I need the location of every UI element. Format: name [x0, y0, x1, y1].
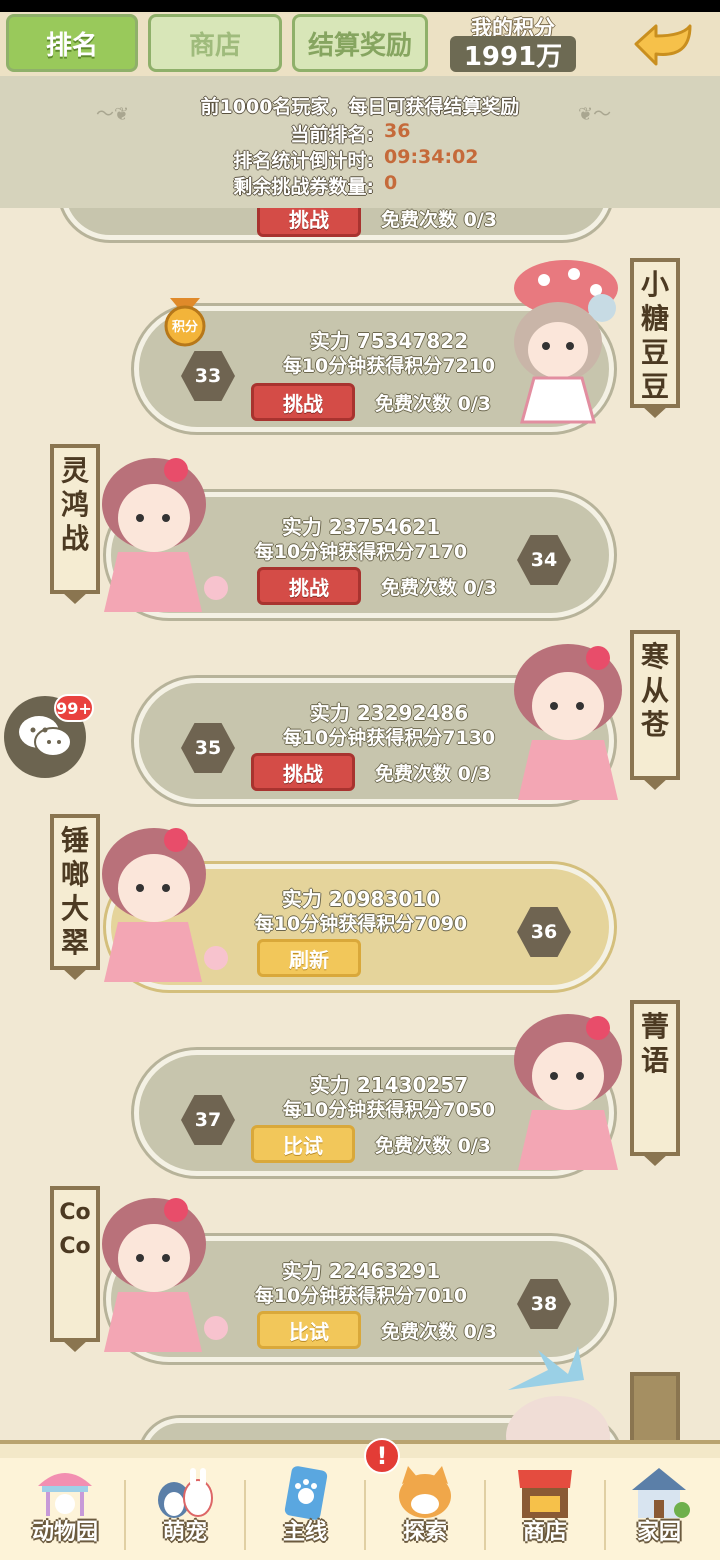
- character-avatar: [102, 828, 228, 982]
- free-attempts: 免费次数 0/3: [381, 1321, 497, 1343]
- player-name-banner: 菁语: [630, 1000, 680, 1156]
- nav-item-explore[interactable]: 探索: [366, 1462, 484, 1558]
- free-attempts: 免费次数 0/3: [375, 763, 491, 785]
- free-attempts: 免费次数 0/3: [375, 393, 491, 415]
- rank-number: 33: [181, 351, 235, 401]
- nav-item-home[interactable]: 家园: [600, 1462, 718, 1558]
- points-rate: 每10分钟获得积分7170: [254, 541, 468, 563]
- status-bar: [0, 0, 720, 12]
- duel-button[interactable]: 比试: [251, 1125, 355, 1163]
- player-name-banner: 小糖豆豆: [630, 258, 680, 408]
- tickets-label: 剩余挑战券数量:: [233, 176, 374, 198]
- challenge-button[interactable]: 挑战: [251, 383, 355, 421]
- countdown-value: 09:34:02: [384, 146, 479, 168]
- player-name-banner: 灵鸿战: [50, 444, 100, 594]
- power-value: 实力 20983010: [281, 887, 441, 911]
- free-attempts: 免费次数 0/3: [381, 209, 497, 231]
- current-rank-label: 当前排名:: [290, 124, 374, 146]
- nav-item-shop[interactable]: 商店: [486, 1462, 604, 1558]
- power-value: 实力 75347822: [309, 329, 469, 353]
- tab-shop[interactable]: 商店: [148, 14, 282, 72]
- challenge-button[interactable]: 挑战: [251, 753, 355, 791]
- top-tab-bar: 排名 商店 结算奖励 我的积分 1991万: [0, 12, 720, 76]
- rank-number: 34: [517, 535, 571, 585]
- reward-headline: 前1000名玩家，每日可获得结算奖励: [200, 96, 520, 118]
- nav-item-pets[interactable]: 萌宠: [126, 1462, 244, 1558]
- free-attempts: 免费次数 0/3: [381, 577, 497, 599]
- character-avatar: [102, 458, 228, 612]
- points-medal-icon: 积分: [162, 296, 208, 348]
- challenge-button[interactable]: 挑战: [257, 567, 361, 605]
- character-avatar: [102, 1198, 228, 1352]
- player-name-banner: 寒从苍: [630, 630, 680, 780]
- ranking-info-panel: ～❦ ❦～ 前1000名玩家，每日可获得结算奖励 当前排名: 36 排名统计倒计…: [0, 76, 720, 208]
- character-avatar: [514, 260, 618, 424]
- tab-ranking[interactable]: 排名: [6, 14, 138, 72]
- tab-settlement-reward[interactable]: 结算奖励: [292, 14, 428, 72]
- refresh-button[interactable]: 刷新: [257, 939, 361, 977]
- back-arrow-icon[interactable]: [632, 22, 696, 72]
- explore-alert-badge: !: [364, 1438, 400, 1474]
- points-rate: 每10分钟获得积分7210: [282, 355, 496, 377]
- duel-button[interactable]: 比试: [257, 1311, 361, 1349]
- my-score: 我的积分 1991万: [450, 12, 576, 74]
- countdown-row: 排名统计倒计时: 09:34:02: [0, 146, 720, 173]
- player-name-banner: Co Co: [50, 1186, 100, 1342]
- chat-unread-badge: 99+: [54, 694, 94, 722]
- power-value: 实力 22463291: [281, 1259, 441, 1283]
- tickets-value: 0: [384, 172, 398, 194]
- rank-number: 38: [517, 1279, 571, 1329]
- current-rank-row: 当前排名: 36: [0, 120, 720, 147]
- nav-item-main-quest[interactable]: 主线: [246, 1462, 364, 1558]
- points-rate: 每10分钟获得积分7010: [254, 1285, 468, 1307]
- rank-number: 36: [517, 907, 571, 957]
- points-medal-label: 积分: [171, 320, 198, 335]
- character-avatar: [514, 644, 622, 800]
- character-avatar: [506, 1346, 610, 1450]
- current-rank-value: 36: [384, 120, 411, 142]
- character-avatar: [514, 1014, 622, 1170]
- nav-item-zoo[interactable]: 动物园: [6, 1462, 124, 1558]
- countdown-label: 排名统计倒计时:: [233, 150, 374, 172]
- power-value: 实力 23754621: [281, 515, 441, 539]
- player-name-banner: 锤啷大翠: [50, 814, 100, 970]
- rank-number: 37: [181, 1095, 235, 1145]
- score-value: 1991万: [450, 36, 576, 72]
- points-rate: 每10分钟获得积分7090: [254, 913, 468, 935]
- free-attempts: 免费次数 0/3: [375, 1135, 491, 1157]
- rank-number: 35: [181, 723, 235, 773]
- tickets-row: 剩余挑战券数量: 0: [0, 172, 720, 199]
